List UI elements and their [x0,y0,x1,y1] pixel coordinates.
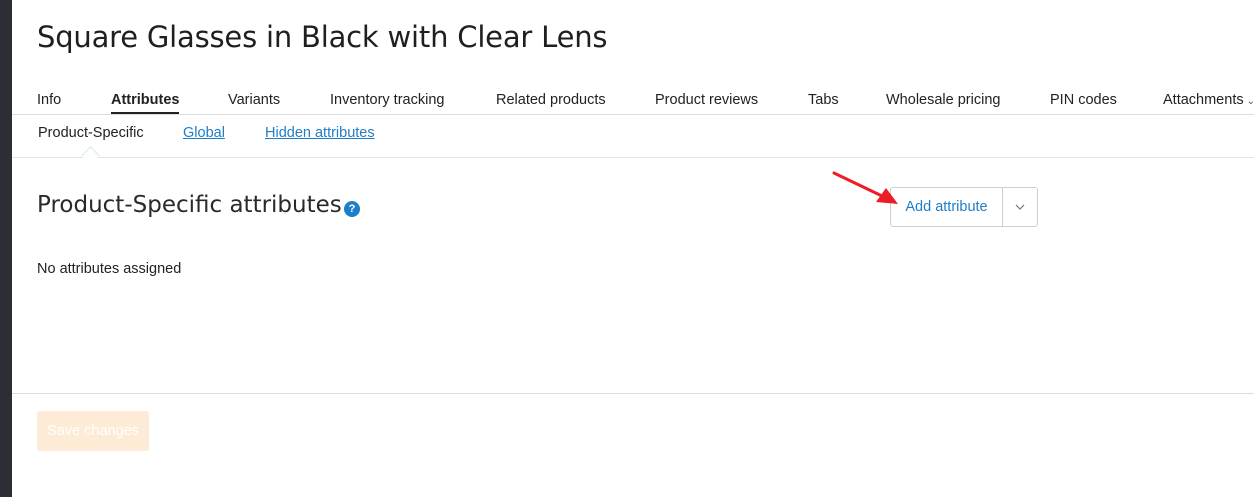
left-sidebar-rail [0,0,12,497]
tab-info[interactable]: Info [37,86,61,113]
tab-inventory-tracking[interactable]: Inventory tracking [330,86,444,113]
add-attribute-dropdown-toggle[interactable] [1003,188,1037,226]
tab-tabs[interactable]: Tabs [808,86,839,113]
add-attribute-button-group: Add attribute [890,187,1038,227]
tab-bar: Info Attributes Variants Inventory track… [12,86,1254,115]
subtab-product-specific[interactable]: Product-Specific [38,125,144,141]
save-changes-button[interactable]: Save changes [37,411,149,451]
tab-product-reviews[interactable]: Product reviews [655,86,758,113]
footer-divider [12,393,1254,394]
subtab-global[interactable]: Global [183,125,225,141]
help-icon[interactable]: ? [344,201,360,217]
page-title: Square Glasses in Black with Clear Lens [37,20,608,54]
tab-attributes[interactable]: Attributes [111,86,180,114]
section-title: Product-Specific attributes [37,192,342,218]
add-attribute-button[interactable]: Add attribute [891,188,1003,226]
tab-attachments-label: Attachments [1163,92,1244,108]
tab-wholesale-pricing[interactable]: Wholesale pricing [886,86,1000,113]
subtab-hidden-attributes[interactable]: Hidden attributes [265,125,375,141]
annotation-arrow-icon [832,171,898,204]
tab-pin-codes[interactable]: PIN codes [1050,86,1117,113]
subtab-bar: Product-Specific Global Hidden attribute… [12,115,1254,165]
chevron-down-icon [1015,204,1025,210]
tab-variants[interactable]: Variants [228,86,280,113]
tab-attachments[interactable]: Attachments ⌄ [1163,86,1254,113]
active-subtab-caret [81,146,100,165]
chevron-down-icon: ⌄ [1246,96,1254,107]
tab-related-products[interactable]: Related products [496,86,606,113]
empty-state-message: No attributes assigned [37,261,182,277]
product-page: Square Glasses in Black with Clear Lens … [12,0,1254,497]
